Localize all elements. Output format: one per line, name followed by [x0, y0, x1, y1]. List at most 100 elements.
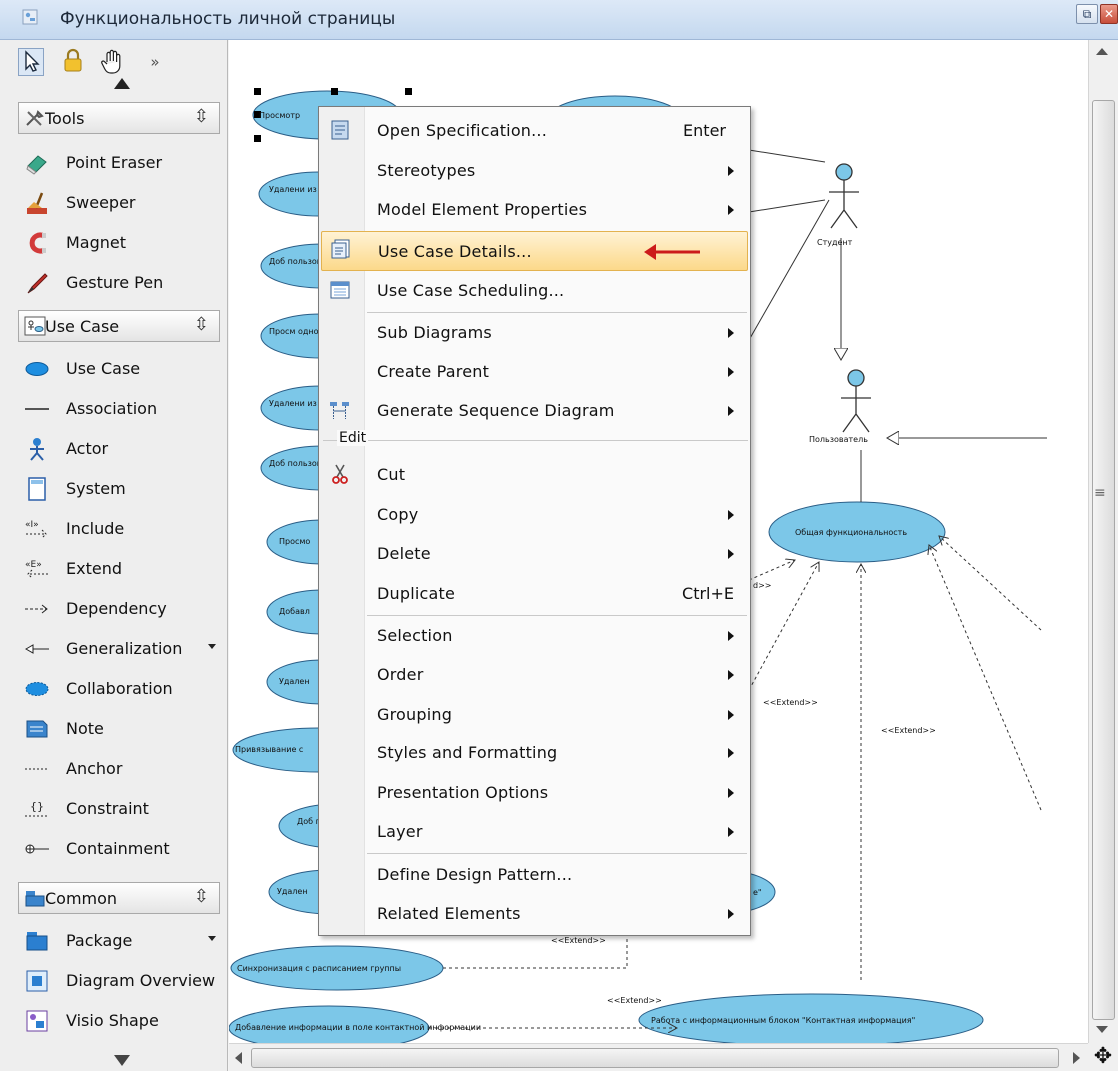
select-arrow-icon[interactable] — [18, 48, 44, 76]
menu-item-layer[interactable]: Layer — [321, 814, 748, 850]
menu-item-label: Stereotypes — [377, 161, 476, 180]
menu-item-open-specification[interactable]: Open Specification... Enter — [321, 113, 748, 149]
extend-label: <<Extend>> — [551, 936, 606, 945]
palette-group-tools[interactable]: Tools ⇳ — [18, 102, 220, 134]
palette-item-point-eraser[interactable]: Point Eraser — [18, 144, 220, 182]
palette-item-constraint[interactable]: {} Constraint — [18, 790, 220, 828]
horizontal-scrollbar[interactable] — [229, 1043, 1088, 1071]
extend-line — [939, 536, 1042, 631]
hand-pan-icon[interactable] — [100, 48, 126, 76]
menu-item-label: Order — [377, 665, 424, 684]
palette-item-diagram-overview[interactable]: Diagram Overview — [18, 962, 220, 1000]
menu-item-use-case-details[interactable]: Use Case Details... — [321, 231, 748, 271]
scroll-up-icon[interactable] — [1096, 48, 1108, 55]
scroll-right-icon[interactable] — [1073, 1052, 1080, 1064]
visio-shape-icon — [26, 1010, 48, 1032]
palette-item-actor[interactable]: Actor — [18, 430, 220, 468]
menu-item-cut[interactable]: Cut — [321, 457, 748, 493]
palette-item-note[interactable]: Note — [18, 710, 220, 748]
palette-item-gesture-pen[interactable]: Gesture Pen — [18, 264, 220, 302]
vertical-scrollbar[interactable]: ≡ — [1088, 40, 1118, 1043]
menu-item-copy[interactable]: Copy — [321, 497, 748, 533]
extend-line — [748, 560, 795, 581]
menu-item-model-element-properties[interactable]: Model Element Properties — [321, 192, 748, 228]
menu-item-use-case-scheduling[interactable]: Use Case Scheduling... — [321, 273, 748, 309]
palette-item-extend[interactable]: «E» Extend — [18, 550, 220, 588]
usecase-label: Просмо — [279, 537, 310, 546]
palette-item-sweeper[interactable]: Sweeper — [18, 184, 220, 222]
horizontal-scroll-thumb[interactable] — [251, 1048, 1059, 1068]
palette-item-association[interactable]: Association — [18, 390, 220, 428]
palette-item-magnet[interactable]: Magnet — [18, 224, 220, 262]
extend-icon: «E» — [25, 560, 48, 579]
actor-student — [829, 163, 859, 229]
menu-item-selection[interactable]: Selection — [321, 618, 748, 654]
menu-item-styles-and-formatting[interactable]: Styles and Formatting — [321, 735, 748, 771]
collapse-icon[interactable]: ⇳ — [194, 106, 209, 127]
palette-item-label: Containment — [66, 839, 170, 858]
menu-item-create-parent[interactable]: Create Parent — [321, 354, 748, 390]
dropdown-arrow-icon[interactable] — [208, 936, 216, 941]
palette-item-containment[interactable]: Containment — [18, 830, 220, 868]
collapse-icon[interactable]: ⇳ — [194, 314, 209, 335]
submenu-arrow-icon — [728, 670, 734, 680]
palette-group-use-case[interactable]: Use Case ⇳ — [18, 310, 220, 342]
palette-item-label: Package — [66, 931, 133, 950]
pan-navigator-icon[interactable]: ✥ — [1088, 1043, 1118, 1071]
menu-item-delete[interactable]: Delete — [321, 536, 748, 572]
menu-item-define-design-pattern[interactable]: Define Design Pattern... — [321, 857, 748, 893]
menu-item-related-elements[interactable]: Related Elements — [321, 896, 748, 932]
usecase-label: Синхронизация с расписанием группы — [237, 964, 401, 973]
menu-item-label: Presentation Options — [377, 783, 549, 802]
palette-item-visio-shape[interactable]: Visio Shape — [18, 1002, 220, 1040]
palette-item-generalization[interactable]: Generalization — [18, 630, 220, 668]
actor-body — [841, 386, 871, 433]
close-button[interactable]: ✕ — [1100, 4, 1118, 24]
palette-scroll-down-icon[interactable] — [114, 1055, 130, 1066]
scroll-down-icon[interactable] — [1096, 1026, 1108, 1033]
palette-item-anchor[interactable]: Anchor — [18, 750, 220, 788]
menu-item-label: Create Parent — [377, 362, 490, 381]
menu-item-label: Cut — [377, 465, 406, 484]
menu-item-order[interactable]: Order — [321, 657, 748, 693]
palette-item-collaboration[interactable]: Collaboration — [18, 670, 220, 708]
tools-icon — [26, 110, 44, 126]
menu-separator — [367, 615, 747, 616]
palette-item-label: Visio Shape — [66, 1011, 159, 1030]
menu-item-label: Sub Diagrams — [377, 323, 492, 342]
palette-item-dependency[interactable]: Dependency — [18, 590, 220, 628]
vertical-scroll-thumb[interactable] — [1092, 100, 1115, 1020]
more-tools-icon[interactable]: » — [142, 48, 168, 76]
diagram-icon — [22, 9, 38, 25]
scroll-left-icon[interactable] — [235, 1052, 242, 1064]
menu-item-presentation-options[interactable]: Presentation Options — [321, 775, 748, 811]
collapse-icon[interactable]: ⇳ — [194, 886, 209, 907]
actor-head — [835, 163, 853, 181]
magnet-icon — [29, 232, 46, 254]
usecase-label: Удален — [277, 887, 308, 896]
menu-item-grouping[interactable]: Grouping — [321, 697, 748, 733]
package-icon — [26, 932, 48, 951]
menu-item-sub-diagrams[interactable]: Sub Diagrams — [321, 315, 748, 351]
usecase-label: Удален — [279, 677, 310, 686]
palette-item-use-case[interactable]: Use Case — [18, 350, 220, 388]
palette-group-common[interactable]: Common ⇳ — [18, 882, 220, 914]
menu-item-duplicate[interactable]: Duplicate Ctrl+E — [321, 576, 748, 612]
palette-item-include[interactable]: «I» Include — [18, 510, 220, 548]
lock-icon[interactable] — [60, 48, 86, 76]
palette-item-label: Extend — [66, 559, 122, 578]
menu-item-generate-sequence-diagram[interactable]: Generate Sequence Diagram — [321, 393, 748, 429]
menu-item-stereotypes[interactable]: Stereotypes — [321, 153, 748, 189]
palette-item-system[interactable]: System — [18, 470, 220, 508]
palette-item-label: System — [66, 479, 126, 498]
dropdown-arrow-icon[interactable] — [208, 644, 216, 649]
red-arrow-icon — [644, 244, 700, 260]
extend-label: <<Extend>> — [763, 698, 818, 707]
svg-text:{}: {} — [30, 800, 44, 813]
palette-item-package[interactable]: Package — [18, 922, 220, 960]
submenu-arrow-icon — [728, 367, 734, 377]
palette-group-label: Tools — [45, 109, 85, 128]
palette-scroll-up-icon[interactable] — [114, 78, 130, 89]
restore-button[interactable]: ⧉ — [1076, 4, 1098, 24]
associations — [748, 149, 1047, 502]
